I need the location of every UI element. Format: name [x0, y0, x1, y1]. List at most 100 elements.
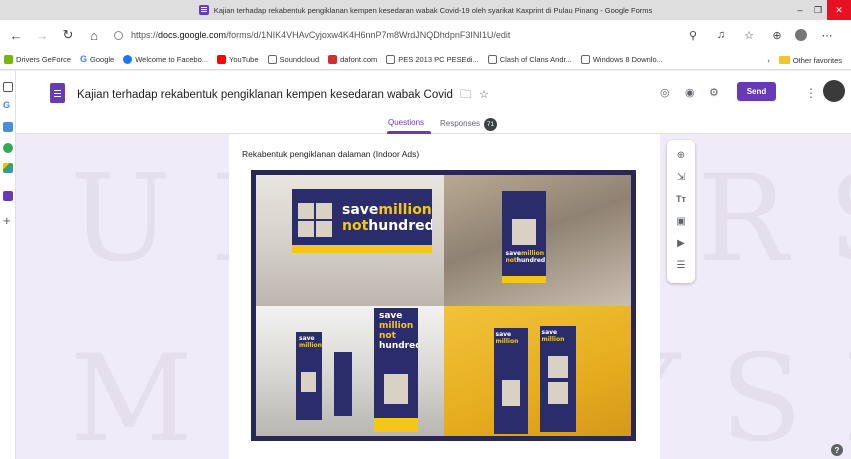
bookmark-facebook[interactable]: Welcome to Facebo... — [123, 55, 208, 64]
star-icon[interactable]: ☆ — [479, 89, 489, 101]
dafont-icon — [328, 55, 338, 64]
poster-photo — [547, 381, 568, 404]
tab-questions[interactable]: Questions — [388, 118, 424, 127]
poster-word-not: not — [505, 257, 517, 264]
page-icon — [580, 55, 590, 64]
standee-poster: save million — [539, 325, 576, 432]
add-section-icon[interactable]: ☰ — [675, 259, 687, 271]
photo-mall-corridor: savemillion nothundred — [256, 175, 444, 306]
poster-word-hundred: hundred — [379, 340, 418, 351]
bookmark-windows8[interactable]: Windows 8 Downlo... — [580, 55, 663, 64]
bookmark-label: Welcome to Facebo... — [135, 55, 209, 64]
poster-word-save: save — [379, 310, 403, 321]
more-vert-icon[interactable]: ⋮ — [805, 86, 817, 100]
forward-icon[interactable]: → — [32, 25, 52, 45]
poster-word-save: save — [299, 334, 315, 342]
folder-icon[interactable]: 🗀 — [460, 89, 472, 101]
bookmark-soundcloud[interactable]: Soundcloud — [267, 55, 320, 64]
window-title-bar: Kajian terhadap rekabentuk pengiklanan k… — [0, 0, 851, 20]
bookmark-clash-of-clans[interactable]: Clash of Clans Andr... — [487, 55, 572, 64]
address-bar[interactable]: https://docs.google.com/forms/d/1NIK4VHA… — [114, 24, 683, 46]
browser-side-panel: G + — [0, 71, 16, 459]
bookmark-google[interactable]: G Google — [80, 54, 115, 65]
standee-poster: save million — [296, 331, 322, 420]
bookmark-label: dafont.com — [340, 55, 378, 64]
favorites-star-icon[interactable]: ☆ — [739, 25, 759, 45]
bookmark-dafont[interactable]: dafont.com — [328, 55, 377, 64]
forms-logo-icon[interactable] — [50, 83, 65, 103]
responses-count-badge: 71 — [484, 118, 498, 131]
collections-icon[interactable]: ⊕ — [767, 25, 787, 45]
poster-word-save: save — [541, 328, 558, 336]
add-icon[interactable]: + — [3, 214, 13, 227]
refresh-icon[interactable]: ↻ — [58, 25, 78, 45]
add-title-icon[interactable]: Tт — [675, 193, 687, 205]
settings-gear-icon[interactable]: ⚙ — [709, 86, 719, 99]
poster-word-million: million — [299, 341, 322, 349]
add-image-icon[interactable]: ▣ — [675, 215, 687, 227]
poster-word-million: million — [541, 335, 565, 343]
poster-word-hundred: hundred — [368, 218, 432, 234]
forms-icon[interactable] — [3, 191, 13, 201]
browser-profile-avatar[interactable] — [795, 29, 807, 41]
send-button[interactable]: Send — [737, 82, 776, 101]
read-aloud-icon[interactable]: ♫ — [711, 25, 731, 45]
poster-footer-strip — [292, 245, 432, 253]
question-image[interactable]: savemillion nothundred savemillion nothu… — [251, 170, 636, 441]
poster-photo — [316, 221, 332, 237]
poster-word-save: save — [495, 330, 512, 338]
zoom-icon[interactable]: ⚲ — [683, 25, 703, 45]
import-questions-icon[interactable]: ⇲ — [675, 171, 687, 183]
poster-photo — [384, 373, 408, 404]
poster-footer-strip — [501, 276, 546, 283]
add-video-icon[interactable]: ▶ — [675, 237, 687, 249]
google-icon[interactable]: G — [3, 100, 13, 110]
page-icon — [386, 55, 396, 64]
question-card[interactable]: Rekabentuk pengiklanan dalaman (Indoor A… — [229, 134, 660, 459]
poster-photo — [298, 203, 314, 219]
add-question-icon[interactable]: ⊕ — [675, 149, 687, 161]
form-title-text: Kajian terhadap rekabentuk pengiklanan k… — [77, 89, 453, 101]
tab-responses[interactable]: Responses 71 — [440, 118, 498, 131]
home-icon[interactable]: ⌂ — [84, 25, 104, 45]
bookmark-pes2013[interactable]: PES 2013 PC PESEdi... — [386, 55, 479, 64]
poster-photo — [298, 221, 314, 237]
green-app-icon[interactable] — [3, 143, 13, 153]
tab-actions-icon[interactable] — [3, 82, 13, 92]
poster-photo — [501, 379, 520, 406]
drive-icon[interactable] — [3, 163, 13, 173]
question-title: Rekabentuk pengiklanan dalaman (Indoor A… — [242, 149, 420, 159]
close-button[interactable]: ✕ — [827, 0, 851, 20]
folder-icon — [778, 56, 790, 64]
window-title: Kajian terhadap rekabentuk pengiklanan k… — [213, 5, 653, 15]
bookmark-label: PES 2013 PC PESEdi... — [398, 55, 479, 64]
bookmark-drivers-geforce[interactable]: Drivers GeForce — [4, 55, 71, 64]
help-icon[interactable]: ? — [831, 444, 843, 456]
browser-actions: ⚲ ♫ ☆ ⊕ ⋯ — [683, 25, 845, 45]
palette-icon[interactable]: ◎ — [660, 86, 670, 99]
poster-word-million: million — [379, 320, 414, 331]
maximize-button[interactable]: ❐ — [809, 0, 827, 20]
poster-footer-strip — [374, 417, 418, 432]
minimize-button[interactable]: – — [791, 0, 809, 20]
billboard-poster: savemillion nothundred — [292, 189, 432, 253]
more-menu-icon[interactable]: ⋯ — [817, 25, 837, 45]
facebook-icon — [123, 55, 133, 64]
poster-photo — [301, 371, 316, 392]
more-bookmarks-chevron-icon[interactable]: › — [767, 56, 770, 65]
forms-header: Kajian terhadap rekabentuk pengiklanan k… — [16, 71, 851, 134]
back-icon[interactable]: ← — [6, 25, 26, 45]
docs-icon[interactable] — [3, 122, 13, 132]
bookmark-label: Soundcloud — [279, 55, 320, 64]
hanging-poster: savemillion nothundred — [501, 191, 546, 283]
preview-eye-icon[interactable]: ◉ — [685, 86, 695, 99]
google-icon: G — [80, 54, 88, 64]
bookmark-label: Google — [90, 55, 115, 64]
user-avatar[interactable] — [823, 80, 845, 102]
poster-photo — [547, 355, 568, 378]
bookmark-other-favorites[interactable]: Other favorites — [778, 56, 842, 65]
bookmark-youtube[interactable]: YouTube — [217, 55, 259, 64]
poster-word-not: not — [379, 330, 396, 341]
poster-word-not: not — [342, 218, 369, 234]
lock-icon — [114, 30, 123, 40]
